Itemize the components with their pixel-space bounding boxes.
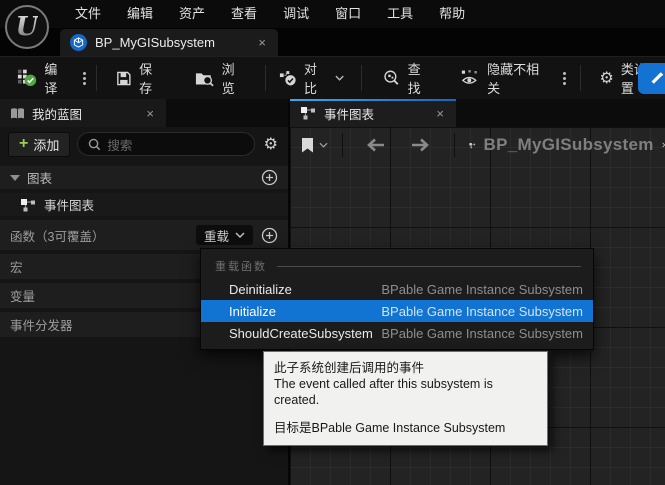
main-menu-bar: U 文件 编辑 资产 查看 调试 窗口 工具 帮助 xyxy=(0,0,665,49)
menu-help[interactable]: 帮助 xyxy=(426,0,478,28)
compile-icon xyxy=(17,69,37,87)
arrow-left-icon xyxy=(367,138,385,152)
unreal-engine-logo-icon[interactable]: U xyxy=(5,5,49,49)
toolbar-separator xyxy=(361,65,363,91)
hide-unrelated-button[interactable]: 隐藏不相关 xyxy=(451,57,557,100)
breadcrumb-chevron-icon xyxy=(662,142,665,148)
save-button[interactable]: 保存 xyxy=(107,57,172,100)
header-divider-line xyxy=(277,265,581,267)
nav-back-button[interactable] xyxy=(356,138,394,152)
menu-item-deinitialize[interactable]: Deinitialize BPable Game Instance Subsys… xyxy=(201,278,593,300)
section-functions[interactable]: 函数（3可覆盖） 重载 xyxy=(0,220,288,250)
diff-icon xyxy=(279,71,296,86)
override-dropdown-button[interactable]: 重载 xyxy=(195,225,253,245)
toolbar-separator xyxy=(579,65,581,91)
add-function-icon[interactable] xyxy=(261,227,278,244)
event-graph-tab-close-icon[interactable]: × xyxy=(432,106,448,121)
asset-tab-strip: BP_MyGISubsystem × xyxy=(0,28,665,56)
override-menu-header: 重载函数 xyxy=(201,249,593,278)
chevron-down-icon xyxy=(235,232,245,238)
class-defaults-icon xyxy=(651,72,663,84)
bookmarks-button[interactable] xyxy=(300,137,328,154)
search-placeholder: 搜索 xyxy=(107,138,133,153)
breadcrumb[interactable]: BP_MyGISubsystem xyxy=(484,135,654,155)
unreal-blueprint-editor: { "menu_bar": { "items": ["文件", "编辑", "资… xyxy=(0,0,665,485)
menu-view[interactable]: 查看 xyxy=(218,0,270,28)
function-tooltip: 此子系统创建后调用的事件 The event called after this… xyxy=(263,351,548,446)
my-blueprint-book-icon xyxy=(11,107,24,118)
save-icon xyxy=(117,71,131,85)
class-defaults-button[interactable] xyxy=(638,63,665,94)
nav-forward-button[interactable] xyxy=(402,138,440,152)
add-button[interactable]: + 添加 xyxy=(8,131,71,157)
compile-button[interactable]: 编译 xyxy=(8,57,77,100)
menu-debug[interactable]: 调试 xyxy=(270,0,322,28)
tab-event-graph[interactable]: 事件图表 × xyxy=(290,99,456,127)
compile-options-dots-icon[interactable] xyxy=(77,71,92,85)
menu-asset[interactable]: 资产 xyxy=(166,0,218,28)
menu-item-initialize[interactable]: Initialize BPable Game Instance Subsyste… xyxy=(201,300,593,322)
panel-settings-gear-icon[interactable]: ⚙ xyxy=(262,136,280,152)
hide-unrelated-options-dots-icon[interactable] xyxy=(557,71,572,85)
toolbar-separator xyxy=(264,65,266,91)
graph-navigation-bar: BP_MyGISubsystem xyxy=(290,127,665,163)
tooltip-description-cn: 此子系统创建后调用的事件 xyxy=(274,361,425,375)
add-graph-icon[interactable] xyxy=(261,169,278,186)
section-graphs[interactable]: 图表 xyxy=(0,166,288,189)
menu-edit[interactable]: 编辑 xyxy=(114,0,166,28)
arrow-right-icon xyxy=(412,138,430,152)
menu-file[interactable]: 文件 xyxy=(62,0,114,28)
asset-tab-title: BP_MyGISubsystem xyxy=(95,35,215,50)
chevron-down-icon xyxy=(319,142,328,148)
bookmark-icon xyxy=(302,137,313,152)
chevron-down-icon xyxy=(335,75,344,81)
browse-button[interactable]: 浏览 xyxy=(186,57,255,100)
hide-unrelated-eye-icon xyxy=(461,70,477,84)
class-settings-gear-icon: ⚙ xyxy=(599,68,614,87)
search-icon xyxy=(89,138,101,150)
override-function-menu: 重载函数 Deinitialize BPable Game Instance S… xyxy=(200,248,594,350)
my-blueprint-tab-title: 我的蓝图 xyxy=(32,107,83,122)
diff-button[interactable]: 对比 xyxy=(270,57,353,100)
breadcrumb-graph-icon xyxy=(469,142,475,148)
collapse-triangle-icon[interactable] xyxy=(10,174,20,181)
menu-item-shouldcreatesubsystem[interactable]: ShouldCreateSubsystem BPable Game Instan… xyxy=(201,322,593,344)
my-blueprint-tab-strip: 我的蓝图 × xyxy=(0,99,288,127)
tooltip-description-en: The event called after this subsystem is… xyxy=(274,377,493,407)
blueprint-toolbar: 编译 保存 浏览 对比 查找 隐藏不相关 ⚙ 类设置 xyxy=(0,56,665,99)
menu-window[interactable]: 窗口 xyxy=(322,0,374,28)
asset-tab-bp-mygisubsystem[interactable]: BP_MyGISubsystem × xyxy=(60,29,278,56)
event-graph-tab-title: 事件图表 xyxy=(324,107,375,122)
browse-icon xyxy=(196,72,214,86)
find-button[interactable]: 查找 xyxy=(374,57,441,100)
list-item-event-graph[interactable]: 事件图表 xyxy=(0,193,288,216)
graph-tab-strip: 事件图表 × xyxy=(290,99,665,127)
tooltip-target: 目标是BPable Game Instance Subsystem xyxy=(274,421,506,435)
event-graph-icon xyxy=(21,198,35,211)
tab-my-blueprint[interactable]: 我的蓝图 × xyxy=(0,99,166,127)
search-input[interactable]: 搜索 xyxy=(77,132,255,156)
plus-icon: + xyxy=(19,135,29,152)
find-icon xyxy=(384,70,399,85)
toolbar-separator xyxy=(96,65,98,91)
blueprint-asset-icon xyxy=(70,34,87,51)
asset-tab-close-icon[interactable]: × xyxy=(254,35,270,50)
event-graph-tab-icon xyxy=(301,107,315,120)
menu-tools[interactable]: 工具 xyxy=(374,0,426,28)
my-blueprint-toolbar: + 添加 搜索 ⚙ xyxy=(0,127,288,161)
my-blueprint-tab-close-icon[interactable]: × xyxy=(142,106,158,121)
